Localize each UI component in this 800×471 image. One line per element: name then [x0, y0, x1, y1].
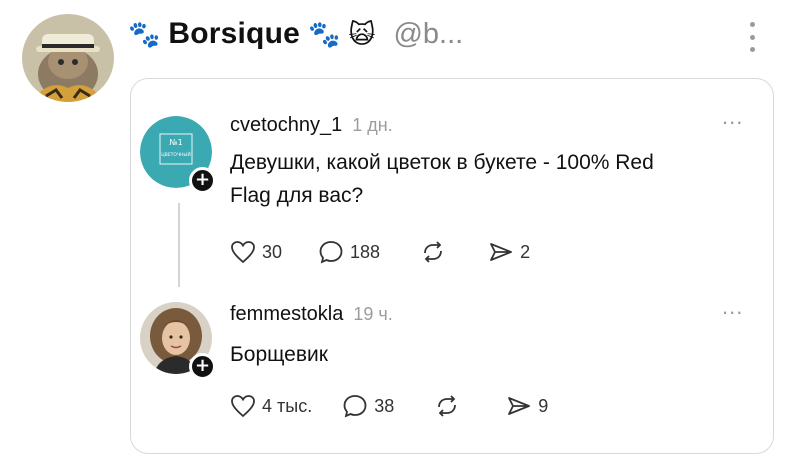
send-icon: [508, 397, 531, 415]
kebab-icon[interactable]: [742, 22, 762, 52]
outer-author-name[interactable]: Borsique: [168, 17, 300, 51]
plus-icon[interactable]: +: [189, 353, 216, 380]
post2-like-count: 4 тыс.: [262, 395, 313, 416]
post2-repost-button[interactable]: [434, 394, 460, 418]
post2-like-button[interactable]: 4 тыс.: [230, 394, 312, 418]
post2-share-count: 9: [538, 395, 549, 416]
post2-username[interactable]: femmestokla: [230, 303, 343, 326]
post1-avatar[interactable]: №1 ЦВЕТОЧНЫЙ +: [140, 116, 216, 194]
post1-like-count: 30: [262, 241, 283, 262]
cat-avatar-image: [22, 14, 114, 102]
heart-icon: [231, 395, 255, 418]
post2-text: Борщевик: [230, 338, 328, 371]
post1-repost-button[interactable]: [420, 240, 446, 264]
outer-author-avatar[interactable]: [22, 14, 114, 102]
plus-icon[interactable]: +: [189, 167, 216, 194]
post2-share-button[interactable]: 9: [506, 394, 548, 418]
post1-share-button[interactable]: 2: [488, 240, 530, 264]
outer-post-header: 🐾 Borsique 🐾 🙀 @b...: [128, 14, 463, 54]
reply-icon: [319, 241, 343, 264]
svg-text:№1: №1: [169, 138, 182, 147]
post1-more-icon[interactable]: ...: [722, 104, 743, 130]
post2-actions: 4 тыс. 38 9: [230, 394, 548, 418]
outer-author-handle[interactable]: @b...: [393, 18, 463, 51]
post1-actions: 30 188 2: [230, 240, 530, 264]
reply-icon: [343, 395, 367, 418]
post1-like-button[interactable]: 30: [230, 240, 282, 264]
send-icon: [490, 243, 512, 261]
post1-reply-count: 188: [350, 241, 381, 262]
paw-emoji-right: 🐾: [308, 18, 341, 49]
post1-timestamp: 1 дн.: [352, 115, 393, 135]
post2-text-line1: Борщевик: [230, 343, 328, 366]
repost-icon: [424, 241, 442, 263]
svg-text:ЦВЕТОЧНЫЙ: ЦВЕТОЧНЫЙ: [161, 151, 191, 158]
post1-text-line1: Девушки, какой цветок в букете - 100% Re…: [230, 151, 654, 174]
post2-timestamp: 19 ч.: [353, 304, 393, 324]
cat-emoji: 🙀: [348, 18, 376, 49]
post1-username[interactable]: cvetochny_1: [230, 114, 342, 137]
post2-reply-count: 38: [374, 395, 395, 416]
post1-text-line2: Flag для вас?: [230, 184, 364, 207]
thread-connector-line: [178, 203, 180, 287]
post2-reply-button[interactable]: 38: [342, 394, 394, 418]
post2-avatar[interactable]: +: [140, 302, 216, 380]
post1-reply-button[interactable]: 188: [318, 240, 380, 264]
repost-icon: [438, 395, 457, 417]
post1-text: Девушки, какой цветок в букете - 100% Re…: [230, 146, 654, 212]
post2-header: femmestokla 19 ч.: [230, 303, 393, 326]
paw-emoji-left: 🐾: [128, 18, 161, 49]
post1-header: cvetochny_1 1 дн.: [230, 114, 393, 137]
post2-more-icon[interactable]: ...: [722, 294, 743, 320]
post1-share-count: 2: [520, 241, 531, 262]
heart-icon: [231, 241, 255, 264]
